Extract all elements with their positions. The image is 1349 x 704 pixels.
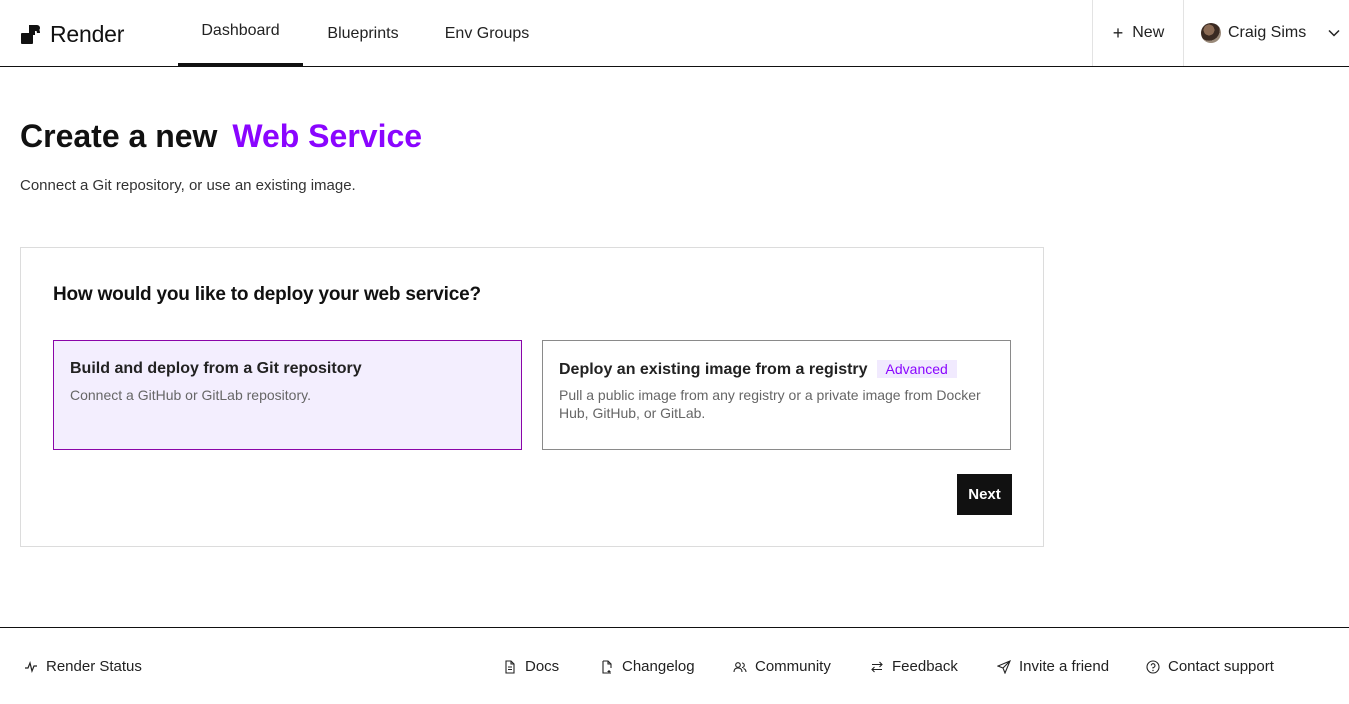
footer-link-label: Docs [525, 658, 560, 675]
footer-link-label: Feedback [892, 658, 958, 675]
footer-link-render-status[interactable]: Render Status [24, 658, 142, 675]
new-button-label: New [1132, 24, 1165, 41]
plus-icon: + [1112, 22, 1124, 43]
user-name: Craig Sims [1228, 24, 1307, 41]
tab-blueprints[interactable]: Blueprints [312, 0, 414, 67]
user-menu[interactable]: Craig Sims [1183, 0, 1349, 66]
footer-link-label: Contact support [1168, 658, 1274, 675]
page-title: Create a new Web Service [20, 118, 422, 155]
option-existing-image[interactable]: Deploy an existing image from a registry… [542, 340, 1011, 450]
page-title-accent: Web Service [232, 118, 423, 154]
deploy-method-card: How would you like to deploy your web se… [20, 247, 1044, 547]
tab-dashboard[interactable]: Dashboard [178, 0, 303, 67]
top-navbar: Render Dashboard Blueprints Env Groups +… [0, 0, 1349, 67]
changelog-icon [602, 659, 612, 674]
render-logo[interactable]: Render [20, 20, 125, 47]
document-icon [505, 659, 515, 674]
send-icon [997, 659, 1011, 674]
avatar [1201, 23, 1221, 43]
option-git-repository[interactable]: Build and deploy from a Git repository C… [53, 340, 522, 450]
footer-link-changelog[interactable]: Changelog [600, 658, 695, 675]
deploy-question: How would you like to deploy your web se… [53, 284, 481, 305]
footer-link-community[interactable]: Community [733, 658, 831, 675]
tab-label: Blueprints [327, 24, 399, 42]
activity-icon [25, 660, 37, 673]
footer-link-label: Render Status [46, 658, 142, 675]
footer-link-feedback[interactable]: Feedback [870, 658, 958, 675]
footer-link-label: Community [755, 658, 831, 675]
footer-link-docs[interactable]: Docs [503, 658, 559, 675]
option-description: Connect a GitHub or GitLab repository. [70, 387, 311, 403]
swap-arrows-icon [871, 661, 883, 672]
app-name: Render [50, 20, 125, 47]
option-description: Pull a public image from any registry or… [559, 387, 981, 421]
people-icon [733, 661, 747, 672]
page-subtitle: Connect a Git repository, or use an exis… [20, 177, 356, 194]
chevron-down-icon [1328, 29, 1340, 37]
new-button[interactable]: + New [1092, 0, 1184, 66]
advanced-badge: Advanced [876, 360, 957, 378]
footer-link-label: Invite a friend [1019, 658, 1110, 675]
option-title: Deploy an existing image from a registry… [559, 360, 957, 379]
option-title: Build and deploy from a Git repository [70, 360, 362, 377]
footer: Render Status Docs Changelog Community F… [0, 627, 1349, 704]
next-button[interactable]: Next [957, 474, 1012, 515]
tab-env-groups[interactable]: Env Groups [432, 0, 542, 67]
help-circle-icon [1146, 659, 1160, 674]
tab-label: Dashboard [201, 21, 280, 39]
option-title-text: Deploy an existing image from a registry [559, 361, 868, 378]
tab-label: Env Groups [444, 24, 530, 42]
footer-link-invite-friend[interactable]: Invite a friend [997, 658, 1109, 675]
page-title-prefix: Create a new [20, 118, 218, 154]
footer-link-contact-support[interactable]: Contact support [1146, 658, 1274, 675]
render-logo-icon [21, 25, 40, 44]
footer-link-label: Changelog [622, 658, 695, 675]
